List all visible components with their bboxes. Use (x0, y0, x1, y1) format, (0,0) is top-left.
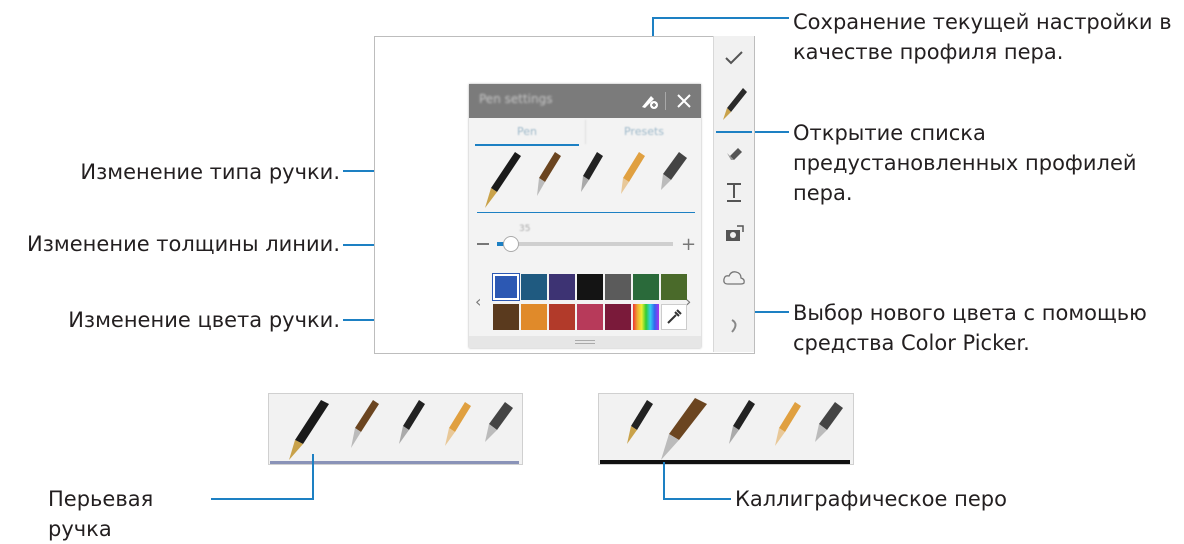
close-icon[interactable] (674, 91, 694, 111)
leader-calligraphy (663, 462, 665, 500)
size-value: 35 (519, 224, 531, 234)
panel-handle[interactable] (469, 336, 701, 348)
pen-strip-fountain (268, 393, 523, 465)
pen-settings-panel: Pen settings Pen Presets 35 + ‹ › (469, 84, 701, 348)
pen-type-underline (477, 212, 695, 213)
header-divider (665, 92, 666, 110)
color-swatch[interactable] (493, 304, 519, 330)
tab-indicator (475, 144, 579, 146)
color-swatch[interactable] (605, 304, 631, 330)
check-icon[interactable] (714, 38, 754, 78)
color-swatch[interactable] (577, 304, 603, 330)
leader-save-profile-h (652, 17, 789, 19)
panel-title: Pen settings (479, 92, 553, 106)
eraser-icon[interactable] (714, 132, 754, 172)
callout-color-picker: Выбор нового цвета с помощью средства Co… (793, 301, 1147, 355)
handle-grip (575, 343, 595, 344)
color-swatch[interactable] (605, 274, 631, 300)
size-track[interactable] (497, 242, 673, 246)
color-swatch[interactable] (549, 304, 575, 330)
add-to-presets-icon[interactable] (639, 91, 659, 111)
size-thumb[interactable] (503, 236, 519, 252)
callout-save-profile: Сохранение текущей настройки в качестве … (793, 10, 1172, 64)
color-swatch[interactable] (493, 274, 519, 300)
label-calligraphy-pen: Каллиграфическое перо (735, 487, 1007, 511)
calligraphy-underline (600, 460, 850, 464)
capture-icon[interactable] (714, 214, 754, 254)
undo-icon[interactable] (714, 306, 754, 346)
color-swatch[interactable] (661, 274, 687, 300)
callout-thickness: Изменение толщины линии. (27, 232, 340, 256)
color-swatch[interactable] (549, 274, 575, 300)
pen-strip-calligraphy (598, 393, 854, 465)
plus-icon[interactable]: + (681, 234, 696, 255)
minus-icon[interactable] (477, 243, 489, 245)
leader-calligraphy-h (663, 498, 731, 500)
pen-type-list[interactable] (475, 148, 697, 212)
leader-fountain (312, 454, 314, 500)
tab-pen[interactable]: Pen (469, 120, 585, 144)
cloud-icon[interactable] (714, 258, 754, 298)
prev-colors-icon[interactable]: ‹ (475, 292, 481, 311)
callout-pen-type: Изменение типа ручки. (80, 160, 340, 184)
color-swatch[interactable] (521, 304, 547, 330)
color-swatch[interactable] (633, 274, 659, 300)
panel-header: Pen settings (469, 84, 701, 118)
fountain-underline (270, 461, 519, 464)
handle-grip (575, 340, 595, 341)
color-picker-icon[interactable] (661, 304, 687, 330)
callout-color: Изменение цвета ручки. (68, 308, 340, 332)
pen-tool-icon[interactable] (714, 84, 754, 128)
label-fountain-pen: Перьевая ручка (48, 487, 154, 541)
color-swatch[interactable] (521, 274, 547, 300)
leader-fountain-h (211, 498, 314, 500)
side-toolbar (713, 36, 754, 352)
color-swatch[interactable] (577, 274, 603, 300)
text-mode-icon[interactable] (714, 172, 754, 212)
color-spectrum-swatch[interactable] (633, 304, 659, 330)
tab-presets[interactable]: Presets (585, 120, 702, 144)
callout-presets: Открытие списка предустановленных профил… (793, 121, 1137, 205)
